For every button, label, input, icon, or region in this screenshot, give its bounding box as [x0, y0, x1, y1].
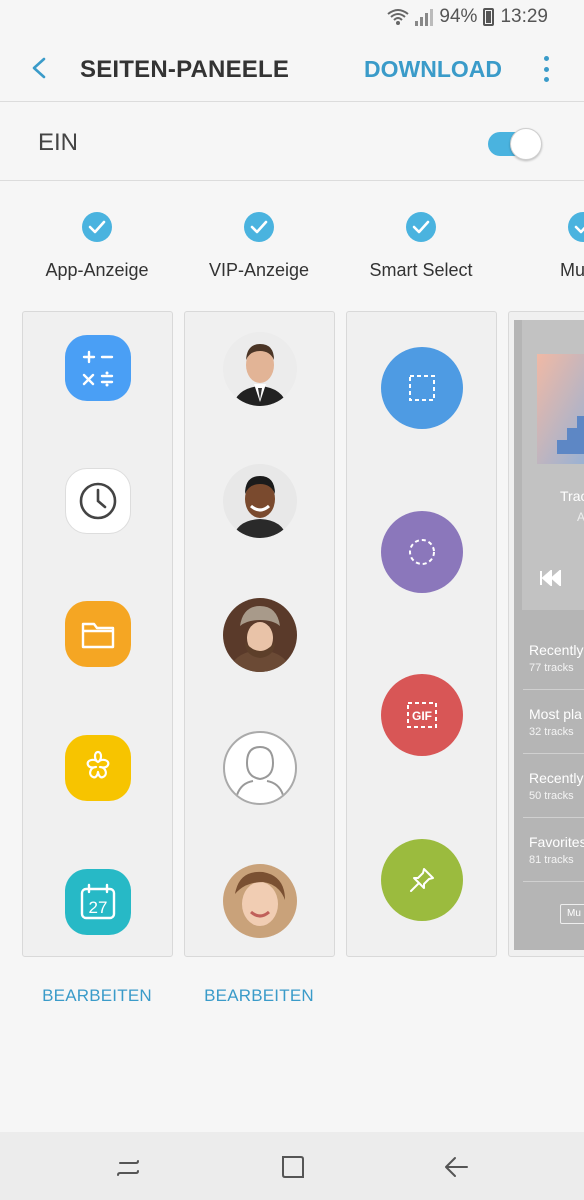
- clock-icon: [65, 468, 131, 534]
- folder-icon: [65, 601, 131, 667]
- page-title: SEITEN-PANEELE: [80, 56, 290, 83]
- checkmark-icon: [88, 220, 106, 234]
- oval-select-icon: [381, 511, 463, 593]
- more-options-button[interactable]: [542, 56, 550, 82]
- status-bar: 94% 13:29: [0, 0, 584, 36]
- clock-time: 13:29: [500, 6, 548, 27]
- smart-select-panel-preview[interactable]: GIF: [346, 311, 497, 957]
- add-contact-avatar[interactable]: [223, 731, 297, 805]
- download-button[interactable]: DOWNLOAD: [364, 56, 502, 83]
- calculator-icon: [65, 335, 131, 401]
- more-dot-icon: [543, 77, 549, 82]
- playlist-name: Recently: [529, 642, 584, 658]
- bixby-flower-icon: [65, 735, 131, 801]
- playlist-item: Most pla 32 tracks: [523, 690, 584, 754]
- calendar-date: 27: [89, 898, 108, 917]
- toggle-knob: [510, 128, 542, 160]
- playlist-item: Recently 50 tracks: [523, 754, 584, 818]
- switch-label: EIN: [38, 129, 79, 156]
- panel-name: App-Anzeige: [45, 260, 149, 280]
- app-panel-preview[interactable]: 27: [22, 311, 173, 957]
- back-button[interactable]: [22, 50, 58, 86]
- playlist-item: Recently 77 tracks: [523, 626, 584, 690]
- playlist-name: Recently: [529, 770, 584, 786]
- edit-vip-panel-button[interactable]: BEARBEITEN: [184, 986, 334, 1006]
- playlist-count: 81 tracks: [529, 854, 574, 866]
- panel-checkbox[interactable]: [244, 212, 274, 242]
- recent-apps-icon[interactable]: [114, 1152, 144, 1182]
- back-nav-icon[interactable]: [441, 1152, 471, 1182]
- status-right: 94% 13:29: [387, 6, 548, 28]
- panel-checkbox[interactable]: [82, 212, 112, 242]
- music-app-button: Mu: [560, 904, 584, 924]
- track-title: Trac: [560, 488, 584, 504]
- panel-checkbox[interactable]: [568, 212, 584, 242]
- pin-icon: [381, 839, 463, 921]
- master-switch-row[interactable]: EIN: [0, 103, 584, 181]
- music-panel-body: Trac Ar Recently 77 tracks Most pla 32 t…: [514, 320, 584, 950]
- panel-header-smart-select[interactable]: Smart Select: [346, 212, 496, 281]
- contact-avatar: [223, 332, 297, 406]
- panel-header-music[interactable]: Mu: [508, 212, 584, 281]
- contact-avatar: [223, 864, 297, 938]
- home-icon[interactable]: [278, 1152, 308, 1182]
- previous-track-icon[interactable]: [539, 570, 561, 586]
- playlist-name: Most pla: [529, 706, 582, 722]
- checkmark-icon: [412, 220, 430, 234]
- panel-header-app-anzeige[interactable]: App-Anzeige: [22, 212, 172, 281]
- wifi-icon: [387, 9, 410, 25]
- playlist-count: 50 tracks: [529, 790, 574, 802]
- rectangle-select-icon: [381, 347, 463, 429]
- checkmark-icon: [574, 225, 584, 234]
- gif-icon: GIF: [381, 674, 463, 756]
- chevron-left-icon: [32, 57, 46, 79]
- playlist-item: Favorites 81 tracks: [523, 818, 584, 882]
- panel-name: Smart Select: [369, 260, 473, 280]
- battery-icon: [483, 8, 495, 26]
- battery-percent: 94%: [439, 6, 478, 27]
- person-placeholder-icon: [236, 745, 284, 796]
- contact-avatar: [223, 598, 297, 672]
- edit-app-panel-button[interactable]: BEARBEITEN: [22, 986, 172, 1006]
- vip-panel-preview[interactable]: [184, 311, 335, 957]
- calendar-icon: 27: [65, 869, 131, 935]
- gif-label: GIF: [412, 709, 432, 723]
- checkmark-icon: [250, 220, 268, 234]
- music-panel-preview[interactable]: Trac Ar Recently 77 tracks Most pla 32 t…: [508, 311, 584, 957]
- navigation-bar: [0, 1132, 584, 1200]
- master-toggle[interactable]: [488, 126, 542, 160]
- app-bar: SEITEN-PANEELE DOWNLOAD: [0, 36, 584, 102]
- more-dot-icon: [543, 56, 549, 61]
- signal-icon: [415, 8, 434, 26]
- panel-header-vip-anzeige[interactable]: VIP-Anzeige: [184, 212, 334, 281]
- playlist-count: 32 tracks: [529, 726, 574, 738]
- more-dot-icon: [543, 66, 549, 72]
- panel-name: VIP-Anzeige: [208, 260, 310, 280]
- panel-checkbox[interactable]: [406, 212, 436, 242]
- playlist-name: Favorites: [529, 834, 584, 850]
- panel-name: Mu: [560, 260, 584, 280]
- music-player-area: Trac Ar: [522, 320, 584, 610]
- track-artist: Ar: [577, 510, 584, 524]
- album-art: [537, 354, 584, 464]
- contact-avatar: [223, 464, 297, 538]
- playlist-count: 77 tracks: [529, 662, 574, 674]
